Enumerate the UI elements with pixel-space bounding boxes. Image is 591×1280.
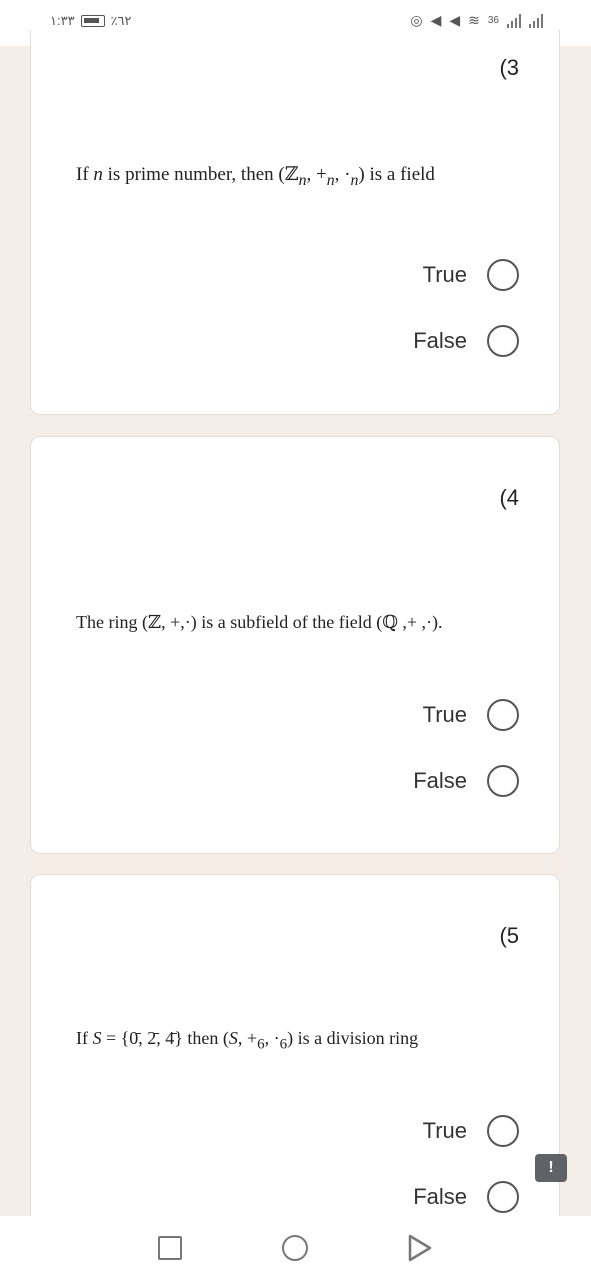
- home-button[interactable]: [281, 1234, 309, 1262]
- report-issue-button[interactable]: !: [535, 1154, 567, 1182]
- navigation-bar: [0, 1216, 591, 1280]
- option-true[interactable]: True: [423, 699, 519, 731]
- option-false[interactable]: False: [413, 1181, 519, 1213]
- question-card: (5 If S = {0̄, 2̄, 4̄} then (S, +6, ·6) …: [30, 874, 560, 1234]
- question-card: (3 If n is prime number, then (ℤn, +n, ·…: [30, 30, 560, 415]
- radio-button[interactable]: [487, 765, 519, 797]
- question-text: The ring (ℤ, +,·) is a subfield of the f…: [76, 612, 443, 632]
- signal-icon: [507, 13, 521, 28]
- question-number: (4: [499, 485, 519, 510]
- option-false[interactable]: False: [413, 325, 519, 357]
- question-text: If S = {0̄, 2̄, 4̄} then (S, +6, ·6) is …: [76, 1028, 419, 1053]
- wifi-icon: ≋: [468, 12, 480, 28]
- option-label: False: [413, 328, 467, 353]
- radio-button[interactable]: [487, 325, 519, 357]
- recent-apps-button[interactable]: [156, 1234, 184, 1262]
- triangle-icon: [408, 1234, 432, 1262]
- radio-button[interactable]: [487, 699, 519, 731]
- option-label: True: [422, 1118, 467, 1143]
- clock: ١:٣٣: [50, 13, 75, 28]
- radio-button[interactable]: [487, 1181, 519, 1213]
- option-false[interactable]: False: [413, 765, 519, 797]
- battery-level: ٪٦٢: [110, 13, 132, 28]
- circle-icon: [282, 1235, 308, 1261]
- option-label: False: [413, 768, 467, 793]
- question-number: (5: [499, 923, 519, 948]
- telegram-icon-2: ◀: [449, 12, 461, 28]
- question-text: If n is prime number, then (ℤn, +n, ·n) …: [76, 164, 435, 189]
- signal-icon-2: [529, 13, 543, 28]
- option-label: False: [413, 1184, 467, 1209]
- option-true[interactable]: True: [423, 259, 519, 291]
- question-card: (4 The ring (ℤ, +,·) is a subfield of th…: [30, 436, 560, 854]
- option-label: True: [422, 702, 467, 727]
- option-label: True: [422, 262, 467, 287]
- option-true[interactable]: True: [423, 1115, 519, 1147]
- radio-button[interactable]: [487, 1115, 519, 1147]
- question-number: (3: [499, 55, 519, 80]
- square-icon: [158, 1236, 182, 1260]
- network-label: 36: [487, 15, 499, 26]
- instagram-icon: ◎: [410, 12, 423, 28]
- radio-button[interactable]: [487, 259, 519, 291]
- battery-icon: [80, 15, 105, 27]
- back-button[interactable]: [406, 1234, 434, 1262]
- telegram-icon: ◀: [430, 12, 442, 28]
